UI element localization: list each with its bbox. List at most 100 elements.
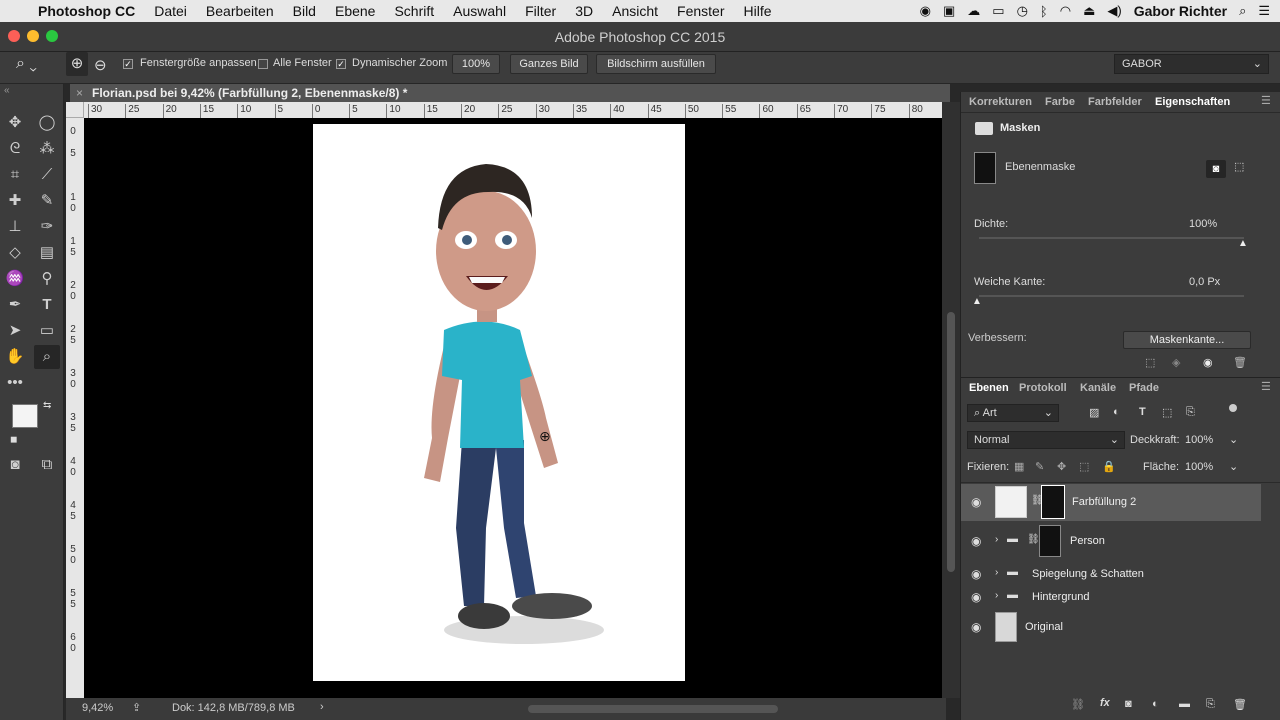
layer-row-original[interactable]: ◉ Original: [961, 610, 1261, 644]
lock-artboard-icon[interactable]: ⬚: [1079, 460, 1089, 473]
layer-row-farbfuellung[interactable]: ◉ ⛓ Farbfüllung 2: [961, 484, 1261, 521]
menu-auswahl[interactable]: Auswahl: [453, 3, 506, 19]
layer-name[interactable]: Farbfüllung 2: [1072, 496, 1136, 508]
document-canvas[interactable]: ⊕ ❦: [84, 118, 942, 698]
lock-transparency-icon[interactable]: ▦: [1014, 460, 1024, 473]
move-tool-icon[interactable]: ✥: [2, 111, 28, 135]
all-windows-checkbox[interactable]: [258, 59, 268, 69]
tab-protokoll[interactable]: Protokoll: [1019, 382, 1067, 394]
tab-kanaele[interactable]: Kanäle: [1080, 382, 1116, 394]
feather-slider-track[interactable]: [979, 295, 1244, 297]
swap-colors-icon[interactable]: ⇆: [43, 400, 51, 411]
opacity-dropdown-icon[interactable]: ⌄: [1229, 433, 1238, 446]
eye-icon[interactable]: ◉: [971, 620, 981, 634]
layer-thumbnail[interactable]: [995, 612, 1017, 642]
zoom-tool-icon[interactable]: ⌕: [34, 345, 60, 369]
filter-shape-icon[interactable]: ⬚: [1162, 406, 1172, 419]
collapse-toolbar-icon[interactable]: «: [4, 85, 10, 96]
eye-icon[interactable]: ◉: [971, 534, 981, 548]
status-menu-arrow-icon[interactable]: ›: [320, 701, 324, 713]
add-mask-icon[interactable]: ◙: [1125, 698, 1132, 710]
layer-name[interactable]: Hintergrund: [1032, 591, 1089, 603]
menu-schrift[interactable]: Schrift: [394, 3, 434, 19]
horizontal-scrollbar-thumb[interactable]: [528, 705, 778, 713]
opacity-value[interactable]: 100%: [1185, 434, 1213, 446]
tab-farbe[interactable]: Farbe: [1045, 96, 1075, 108]
toggle-mask-visibility-icon[interactable]: ◉: [1203, 356, 1213, 369]
scrollbar-thumb[interactable]: [947, 312, 955, 572]
layer-name[interactable]: Original: [1025, 621, 1063, 633]
share-icon[interactable]: ⇪: [132, 701, 141, 714]
quick-selection-tool-icon[interactable]: ⁂: [34, 137, 60, 161]
density-slider-handle[interactable]: ▲: [1238, 238, 1248, 249]
fill-dropdown-icon[interactable]: ⌄: [1229, 460, 1238, 473]
menu-hilfe[interactable]: Hilfe: [744, 3, 772, 19]
layer-row-spiegelung[interactable]: ◉ › ▬ Spiegelung & Schatten: [961, 562, 1261, 586]
delete-layer-icon[interactable]: 🗑: [1233, 698, 1247, 711]
tab-pfade[interactable]: Pfade: [1129, 382, 1159, 394]
fill-value[interactable]: 100%: [1185, 461, 1213, 473]
user-name[interactable]: Gabor Richter: [1134, 3, 1227, 19]
lasso-tool-icon[interactable]: ᘓ: [2, 137, 28, 161]
ruler-origin[interactable]: [66, 102, 84, 118]
brush-tool-icon[interactable]: ✎: [34, 189, 60, 213]
more-tools-icon[interactable]: •••: [2, 371, 28, 395]
new-adjustment-layer-icon[interactable]: ◐: [1152, 698, 1159, 710]
gradient-tool-icon[interactable]: ▤: [34, 241, 60, 265]
menu-fenster[interactable]: Fenster: [677, 3, 724, 19]
horizontal-ruler[interactable]: 30 25 20 15 10 5 0 5 10 15 20 25 30 35 40 45 50 55 60 65 70 7…: [84, 102, 942, 118]
filter-pixel-icon[interactable]: ▨: [1089, 406, 1099, 419]
layer-name[interactable]: Spiegelung & Schatten: [1032, 568, 1144, 580]
rectangle-tool-icon[interactable]: ▭: [34, 319, 60, 343]
eye-icon[interactable]: ◉: [971, 590, 981, 604]
layer-thumbnail[interactable]: [995, 486, 1027, 518]
camera-icon[interactable]: ▣: [943, 3, 955, 19]
mask-thumbnail[interactable]: [974, 152, 996, 184]
type-tool-icon[interactable]: T: [34, 293, 60, 317]
menu-filter[interactable]: Filter: [525, 3, 556, 19]
layer-filter-select[interactable]: ⌕ Art ⌄: [967, 404, 1059, 422]
workspace-select[interactable]: GABOR ⌄: [1114, 54, 1269, 74]
lock-pixels-icon[interactable]: ✎: [1035, 460, 1044, 473]
quick-mask-icon[interactable]: ◙: [2, 453, 28, 477]
menu-datei[interactable]: Datei: [154, 3, 187, 19]
menu-bearbeiten[interactable]: Bearbeiten: [206, 3, 274, 19]
menu-bild[interactable]: Bild: [293, 3, 316, 19]
filter-toggle-icon[interactable]: [1229, 404, 1237, 412]
marquee-tool-icon[interactable]: ◯: [34, 111, 60, 135]
hand-tool-icon[interactable]: ✋: [2, 345, 28, 369]
bluetooth-icon[interactable]: ᛒ: [1040, 4, 1048, 19]
lock-all-icon[interactable]: 🔒: [1102, 460, 1116, 473]
menu-3d[interactable]: 3D: [575, 3, 593, 19]
dodge-tool-icon[interactable]: ⚲: [34, 267, 60, 291]
filter-type-icon[interactable]: T: [1139, 406, 1146, 418]
fit-window-checkbox[interactable]: ✓: [123, 59, 133, 69]
filter-adjustment-icon[interactable]: ◐: [1113, 406, 1120, 418]
mask-edge-button[interactable]: Maskenkante...: [1123, 331, 1251, 349]
zoom-out-icon[interactable]: ⊖: [94, 56, 107, 74]
new-group-icon[interactable]: ▬: [1179, 698, 1190, 710]
layer-mask-thumbnail[interactable]: [1039, 525, 1061, 557]
zoom-tool-preset-icon[interactable]: ⌕ ⌄: [16, 55, 37, 73]
history-brush-tool-icon[interactable]: ✑: [34, 215, 60, 239]
close-document-icon[interactable]: ×: [76, 84, 83, 102]
tab-eigenschaften[interactable]: Eigenschaften: [1155, 96, 1230, 108]
clone-stamp-tool-icon[interactable]: ⊥: [2, 215, 28, 239]
zoom-in-icon[interactable]: ⊕: [66, 52, 88, 76]
menu-ebene[interactable]: Ebene: [335, 3, 375, 19]
link-icon[interactable]: ⛓: [1027, 534, 1040, 545]
link-layers-icon[interactable]: ⛓: [1071, 698, 1085, 711]
feather-value[interactable]: 0,0 Px: [1189, 276, 1220, 288]
healing-brush-tool-icon[interactable]: ✚: [2, 189, 28, 213]
new-layer-icon[interactable]: ⎘: [1206, 698, 1215, 711]
fill-screen-button[interactable]: Bildschirm ausfüllen: [596, 54, 716, 74]
delete-mask-icon[interactable]: 🗑: [1233, 356, 1247, 369]
record-icon[interactable]: ◉: [920, 3, 931, 19]
layer-row-hintergrund[interactable]: ◉ › ▬ Hintergrund: [961, 585, 1261, 609]
zoom-level[interactable]: 9,42%: [82, 702, 113, 714]
fit-screen-button[interactable]: Ganzes Bild: [510, 54, 588, 74]
layer-mask-thumbnail[interactable]: [1041, 485, 1065, 519]
panel-menu-icon[interactable]: ☰: [1261, 94, 1271, 107]
crop-tool-icon[interactable]: ⌗: [2, 163, 28, 187]
battery-icon[interactable]: ▭: [992, 3, 1004, 19]
